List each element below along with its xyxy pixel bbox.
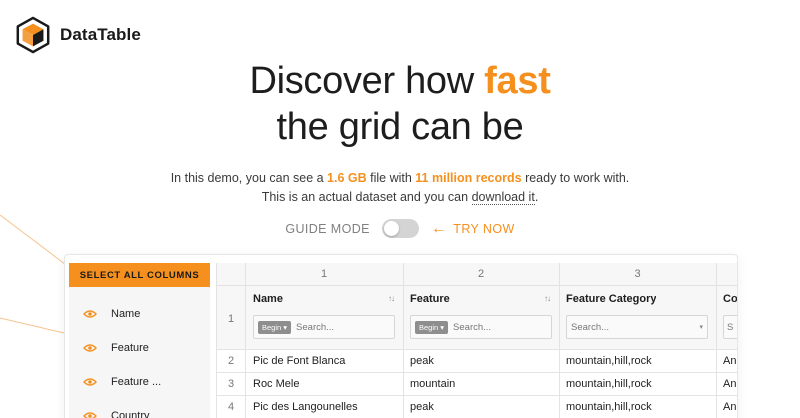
- table-cell[interactable]: peak: [410, 355, 556, 367]
- page-title: Discover how fast the grid can be: [0, 58, 800, 150]
- sub2-pre: This is an actual dataset and you can: [261, 190, 472, 204]
- try-now-link[interactable]: ← TRY NOW: [430, 219, 515, 237]
- filter-input-feature[interactable]: Begin ▾ Search...: [410, 315, 552, 339]
- grid-divider: [217, 395, 737, 396]
- sub-post: ready to work with.: [521, 171, 630, 185]
- table-cell[interactable]: mountain: [410, 378, 556, 390]
- column-header-country[interactable]: Co: [723, 293, 737, 305]
- datatable-logo-icon: [16, 16, 50, 54]
- table-cell[interactable]: Pic des Langounelles: [253, 401, 399, 413]
- sub-file-size: 1.6 GB: [327, 171, 367, 185]
- filter-mode-dropdown[interactable]: Begin ▾: [258, 320, 292, 334]
- table-cell[interactable]: mountain,hill,rock: [566, 401, 712, 413]
- select-all-columns-button[interactable]: SELECT ALL COLUMNS: [69, 263, 210, 287]
- title-accent-word: fast: [484, 60, 551, 102]
- filter-placeholder: Search...: [296, 321, 335, 333]
- sub-record-count: 11 million records: [415, 171, 522, 185]
- column-number: 2: [477, 268, 485, 280]
- try-now-label: TRY NOW: [453, 221, 515, 236]
- table-cell[interactable]: peak: [410, 401, 556, 413]
- demo-grid-panel: SELECT ALL COLUMNS Name Feature Feature …: [64, 254, 738, 418]
- title-line2: the grid can be: [276, 106, 524, 148]
- column-label: Name: [111, 308, 141, 320]
- eye-icon: [83, 344, 97, 352]
- page-subtitle: In this demo, you can see a 1.6 GB file …: [0, 169, 800, 207]
- table-cell[interactable]: An: [723, 401, 737, 413]
- table-cell[interactable]: Pic de Font Blanca: [253, 355, 399, 367]
- filter-select-feature-category[interactable]: Search... ▾: [566, 315, 708, 339]
- download-link[interactable]: download it: [471, 190, 535, 205]
- guide-mode-bar: GUIDE MODE ← TRY NOW: [0, 219, 800, 238]
- brand-logo[interactable]: DataTable: [14, 16, 141, 54]
- grid-divider: [217, 285, 737, 286]
- row-number: 1: [227, 313, 235, 325]
- guide-mode-label: GUIDE MODE: [285, 221, 370, 236]
- column-toggle-feature[interactable]: Feature: [83, 342, 149, 354]
- eye-icon: [83, 412, 97, 418]
- table-cell[interactable]: Roc Mele: [253, 378, 399, 390]
- toggle-knob: [383, 221, 399, 236]
- grid-divider: [217, 372, 737, 373]
- row-number: 2: [227, 355, 235, 367]
- column-number: 1: [320, 268, 328, 280]
- filter-placeholder: Search...: [453, 321, 492, 333]
- filter-mode-dropdown[interactable]: Begin ▾: [415, 320, 449, 334]
- filter-placeholder: S: [727, 321, 734, 333]
- filter-input-name[interactable]: Begin ▾ Search...: [253, 315, 395, 339]
- column-chooser-sidebar: SELECT ALL COLUMNS Name Feature Feature …: [69, 263, 210, 418]
- column-header-name[interactable]: Name: [253, 293, 283, 305]
- row-number: 4: [227, 401, 235, 413]
- filter-placeholder: Search...: [571, 321, 610, 333]
- filter-input-country[interactable]: S: [723, 315, 737, 339]
- title-line1-prefix: Discover how: [249, 60, 485, 102]
- column-toggle-feature-category[interactable]: Feature ...: [83, 376, 161, 388]
- column-header-feature-category[interactable]: Feature Category: [566, 293, 656, 305]
- table-cell[interactable]: mountain,hill,rock: [566, 355, 712, 367]
- sub-mid: file with: [366, 171, 416, 185]
- column-label: Country: [111, 410, 150, 418]
- eye-icon: [83, 378, 97, 386]
- table-cell[interactable]: An: [723, 355, 737, 367]
- eye-icon: [83, 310, 97, 318]
- column-label: Feature: [111, 342, 149, 354]
- brand-name: DataTable: [60, 25, 141, 44]
- table-cell[interactable]: An: [723, 378, 737, 390]
- row-number: 3: [227, 378, 235, 390]
- column-number: 3: [634, 268, 641, 280]
- sub2-post: .: [534, 190, 539, 204]
- chevron-down-icon: ▾: [699, 324, 703, 331]
- guide-mode-toggle[interactable]: [381, 219, 419, 238]
- sort-icon[interactable]: ↑↓: [388, 294, 395, 303]
- sort-icon[interactable]: ↑↓: [544, 294, 551, 303]
- table-cell[interactable]: mountain,hill,rock: [566, 378, 712, 390]
- column-toggle-name[interactable]: Name: [83, 308, 140, 320]
- column-header-feature[interactable]: Feature: [410, 293, 450, 305]
- column-toggle-country[interactable]: Country: [83, 410, 150, 418]
- column-label: Feature ...: [111, 376, 162, 388]
- data-grid: 1 2 3 Name ↑↓ Feature ↑↓ Feature Categor…: [216, 263, 737, 418]
- arrow-left-icon: ←: [430, 219, 448, 237]
- sub-pre: In this demo, you can see a: [170, 171, 328, 185]
- grid-divider: [217, 349, 737, 350]
